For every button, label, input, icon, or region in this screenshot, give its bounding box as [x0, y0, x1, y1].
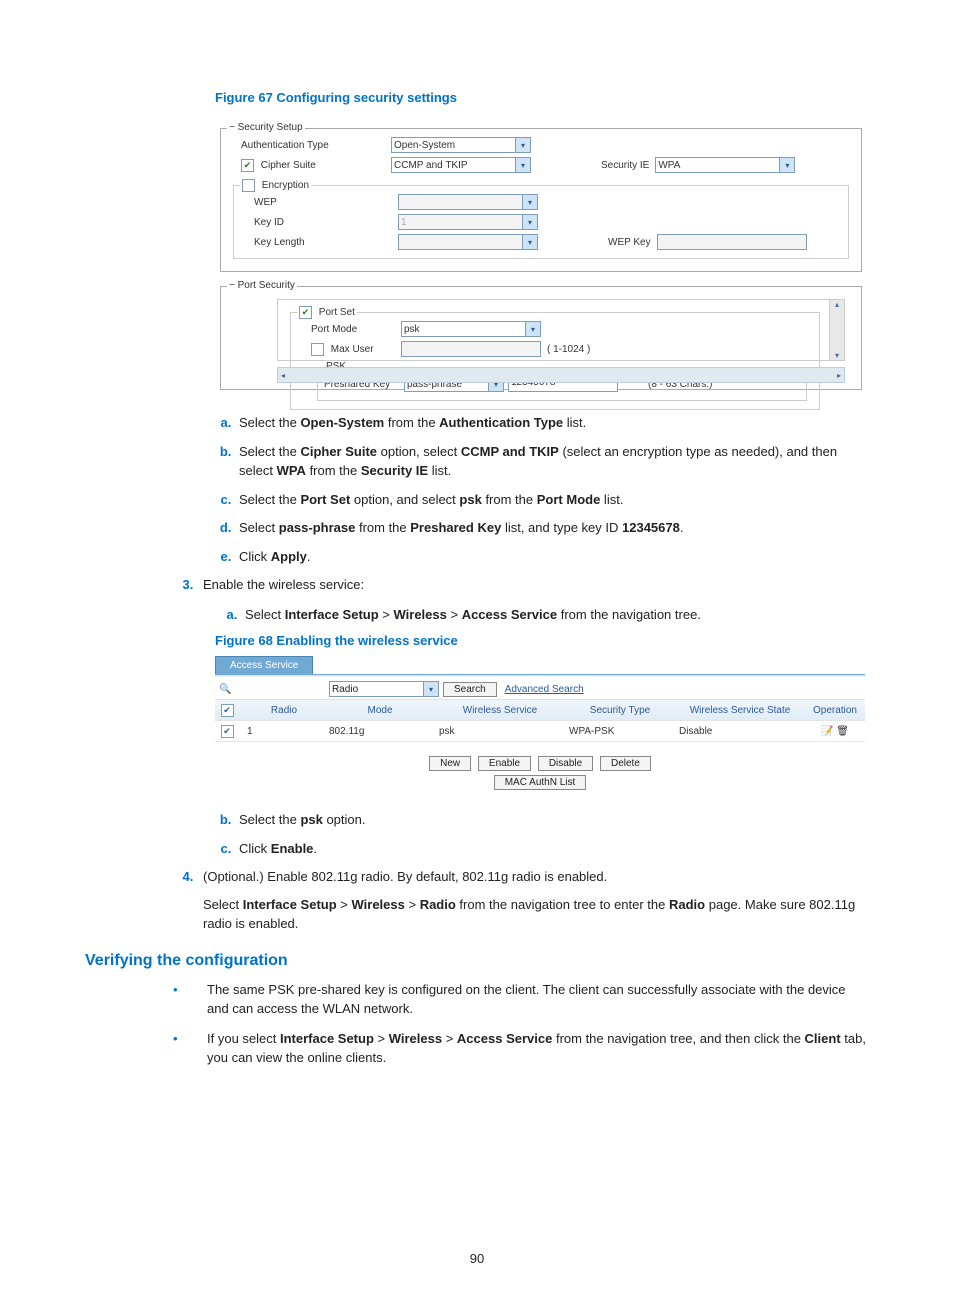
port-mode-label: Port Mode — [297, 324, 401, 335]
scrollbar-vertical[interactable]: ▴▾ — [829, 300, 844, 360]
substeps-a-e: Select the Open-System from the Authenti… — [85, 413, 869, 566]
chevron-down-icon: ▾ — [522, 215, 537, 229]
select-all-checkbox[interactable]: ✔ — [221, 704, 234, 717]
delete-button[interactable]: Delete — [600, 756, 651, 771]
delete-icon[interactable]: 🗑 — [836, 726, 849, 737]
chevron-down-icon: ▾ — [522, 195, 537, 209]
wepkey-label: WEP Key — [608, 237, 651, 248]
step-3c: Click Enable. — [235, 839, 869, 859]
port-set-checkbox[interactable]: ✔ — [299, 306, 312, 319]
wep-label: WEP — [240, 197, 398, 208]
advanced-search-link[interactable]: Advanced Search — [505, 684, 584, 695]
new-button[interactable]: New — [429, 756, 471, 771]
edit-icon[interactable]: 📝 — [821, 726, 833, 737]
wep-select: ▾ — [398, 194, 538, 210]
chevron-down-icon: ▾ — [515, 158, 530, 172]
keyid-label: Key ID — [240, 217, 398, 228]
keylen-label: Key Length — [240, 237, 398, 248]
step-3-lead: Enable the wireless service: — [203, 577, 364, 592]
max-user-checkbox[interactable] — [311, 343, 324, 356]
step-4-body: Select Interface Setup > Wireless > Radi… — [203, 895, 869, 934]
chevron-down-icon: ▾ — [515, 138, 530, 152]
step-d: Select pass-phrase from the Preshared Ke… — [235, 518, 869, 538]
encryption-legend: Encryption — [240, 179, 311, 192]
auth-type-value: Open-System — [394, 140, 455, 151]
page-number: 90 — [0, 1251, 954, 1266]
port-security-scrollbox: ✔ Port Set Port Mode psk ▾ — [277, 299, 845, 361]
keyid-select: 1 ▾ — [398, 214, 538, 230]
chevron-down-icon: ▾ — [423, 682, 438, 696]
auth-type-label: Authentication Type — [227, 140, 391, 151]
verifying-heading: Verifying the configuration — [85, 952, 869, 970]
step-3a: Select Interface Setup > Wireless > Acce… — [241, 605, 869, 625]
table-header: ✔ Radio Mode Wireless Service Security T… — [215, 700, 865, 721]
encryption-checkbox[interactable] — [242, 179, 255, 192]
disable-button[interactable]: Disable — [538, 756, 593, 771]
substeps-b-c: Select the psk option. Click Enable. — [85, 810, 869, 858]
cipher-suite-select[interactable]: CCMP and TKIP ▾ — [391, 157, 531, 173]
figure-68: Access Service 🔍 Radio ▾ Search Advanced… — [215, 656, 865, 790]
button-row: New Enable Disable Delete — [215, 756, 865, 771]
max-user-input — [401, 341, 541, 357]
security-ie-select[interactable]: WPA ▾ — [655, 157, 795, 173]
port-set-legend: ✔ Port Set — [297, 306, 357, 319]
search-button[interactable]: Search — [443, 682, 497, 697]
cipher-suite-label: ✔ Cipher Suite — [227, 159, 391, 172]
wepkey-input — [657, 234, 807, 250]
port-mode-select[interactable]: psk ▾ — [401, 321, 541, 337]
figure-67: Security Setup Authentication Type Open-… — [215, 113, 867, 395]
figure-68-caption: Figure 68 Enabling the wireless service — [215, 633, 869, 648]
step-4-lead: (Optional.) Enable 802.11g radio. By def… — [203, 869, 607, 884]
access-service-tab[interactable]: Access Service — [215, 656, 313, 674]
max-user-hint: ( 1-1024 ) — [547, 344, 590, 355]
step-3b: Select the psk option. — [235, 810, 869, 830]
security-setup-legend: Security Setup — [227, 122, 305, 133]
step-e: Click Apply. — [235, 547, 869, 567]
search-icon: 🔍 — [215, 684, 329, 695]
chevron-down-icon: ▾ — [525, 322, 540, 336]
keylen-select: ▾ — [398, 234, 538, 250]
enable-button[interactable]: Enable — [478, 756, 531, 771]
step-c: Select the Port Set option, and select p… — [235, 490, 869, 510]
security-ie-label: Security IE — [601, 160, 649, 171]
table-row: ✔ 1 802.11g psk WPA-PSK Disable 📝 🗑 — [215, 721, 865, 742]
step-3: Enable the wireless service: Select Inte… — [85, 575, 869, 624]
chevron-down-icon: ▾ — [522, 235, 537, 249]
step-4: (Optional.) Enable 802.11g radio. By def… — [85, 867, 869, 934]
port-security-legend: Port Security — [227, 280, 297, 291]
cipher-suite-checkbox[interactable]: ✔ — [241, 159, 254, 172]
step-b: Select the Cipher Suite option, select C… — [235, 442, 869, 481]
verify-bullet-1: The same PSK pre-shared key is configure… — [193, 980, 869, 1019]
auth-type-select[interactable]: Open-System ▾ — [391, 137, 531, 153]
figure-67-caption: Figure 67 Configuring security settings — [215, 90, 869, 105]
row-checkbox[interactable]: ✔ — [221, 725, 234, 738]
mac-authn-button[interactable]: MAC AuthN List — [494, 775, 587, 790]
chevron-down-icon: ▾ — [779, 158, 794, 172]
verify-bullets: The same PSK pre-shared key is configure… — [85, 980, 869, 1068]
search-column-select[interactable]: Radio ▾ — [329, 681, 439, 697]
max-user-label: Max User — [297, 343, 401, 356]
scrollbar-horizontal[interactable]: ◂▸ — [277, 367, 845, 383]
verify-bullet-2: If you select Interface Setup > Wireless… — [193, 1029, 869, 1068]
